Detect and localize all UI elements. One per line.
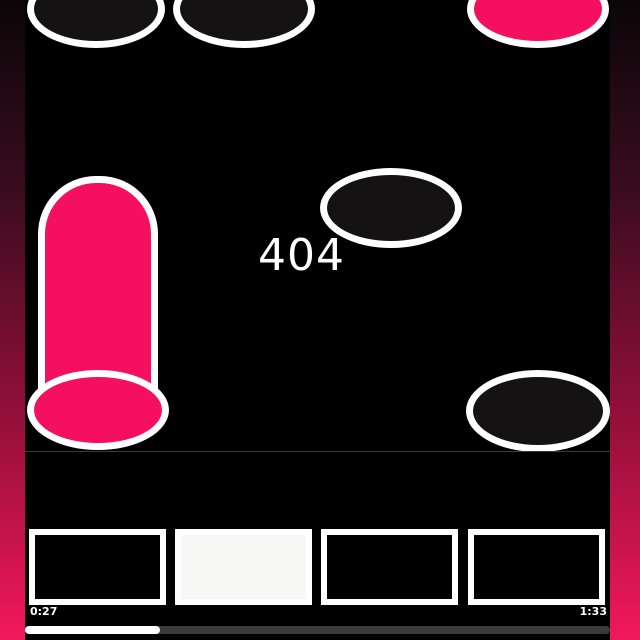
total-time: 1:33 bbox=[579, 605, 607, 618]
game-screen: 404 0:27 1:33 bbox=[0, 0, 640, 640]
score-counter: 404 bbox=[258, 230, 345, 281]
elapsed-time: 0:27 bbox=[30, 605, 58, 618]
right-gradient-border bbox=[610, 0, 640, 640]
left-gradient-border bbox=[0, 0, 25, 640]
song-progress-bar[interactable] bbox=[25, 626, 610, 634]
tap-pad-lane-4[interactable] bbox=[468, 529, 605, 605]
tap-pad-lane-1[interactable] bbox=[29, 529, 166, 605]
song-progress-fill bbox=[25, 626, 160, 634]
note-dark-lane-4-bottom bbox=[466, 370, 610, 452]
tap-pad-lane-3[interactable] bbox=[321, 529, 458, 605]
hit-line bbox=[25, 451, 610, 452]
hold-note-head-lane-1 bbox=[27, 370, 169, 450]
tap-pad-lane-2[interactable] bbox=[175, 529, 312, 605]
